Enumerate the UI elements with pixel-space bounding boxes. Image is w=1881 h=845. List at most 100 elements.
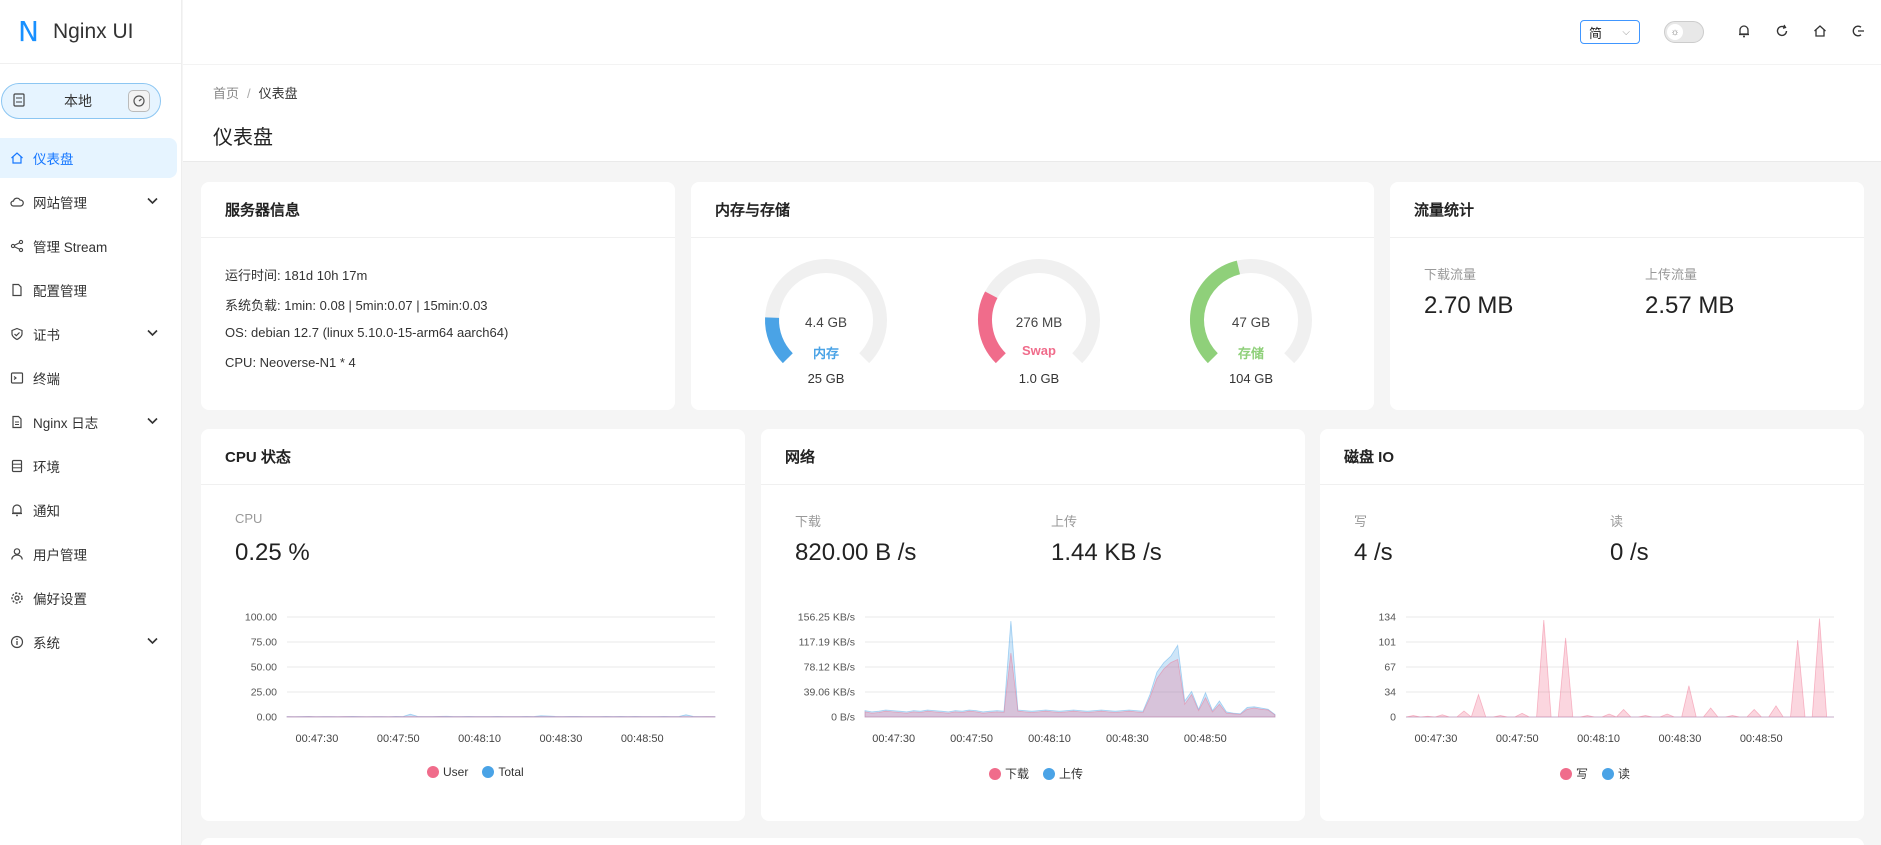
sidebar-item-label: 系统	[33, 636, 60, 651]
x-tick-label: 00:47:30	[872, 733, 915, 745]
y-tick-label: 75.00	[251, 637, 277, 649]
top-bar: 简 ⌵ ☼	[183, 0, 1881, 64]
usage-gauge: 47 GB 存储 104 GB	[1186, 256, 1316, 406]
disk-io-chart-legend: 写读	[1560, 765, 1630, 782]
upload-traffic-label: 上传流量	[1645, 267, 1698, 282]
write-value: 4 /s	[1354, 539, 1393, 566]
sidebar-item[interactable]: 系统	[0, 622, 182, 662]
next-card	[201, 838, 1864, 845]
gauge-name: 存储	[1237, 346, 1264, 361]
gauge-name: 内存	[812, 346, 839, 361]
bell-icon	[9, 503, 25, 517]
breadcrumb-home[interactable]: 首页	[213, 86, 239, 101]
cpu-value: 0.25 %	[235, 539, 310, 566]
app-logo[interactable]: N Nginx UI	[0, 0, 181, 64]
legend-item[interactable]: Total	[482, 765, 524, 779]
sidebar-item[interactable]: 仪表盘	[0, 138, 177, 178]
chevron-down-icon: ⌵	[1622, 26, 1630, 38]
sidebar-item[interactable]: 终端	[0, 358, 182, 398]
environment-label: 本地	[64, 93, 92, 109]
gauge-total-value: 25 GB	[807, 371, 845, 386]
theme-toggle[interactable]: ☼	[1664, 21, 1704, 43]
y-tick-label: 34	[1384, 687, 1396, 699]
y-tick-label: 100.00	[245, 612, 277, 624]
sidebar-item-label: 终端	[33, 372, 60, 387]
database-icon	[9, 459, 25, 473]
logout-icon[interactable]	[1848, 21, 1868, 41]
page-header: 首页 / 仪表盘 仪表盘	[183, 64, 1881, 162]
sidebar-item[interactable]: 环境	[0, 446, 182, 486]
legend-label: 下载	[1005, 767, 1030, 781]
sidebar-item-label: 偏好设置	[33, 592, 87, 607]
dashboard-gauge-icon[interactable]	[128, 90, 150, 112]
file-icon	[9, 283, 25, 297]
x-tick-label: 00:48:50	[621, 733, 664, 745]
usage-gauge: 276 MB Swap 1.0 GB	[974, 256, 1104, 406]
x-tick-label: 00:47:50	[950, 733, 993, 745]
x-tick-label: 00:48:10	[1577, 733, 1620, 745]
sidebar-item[interactable]: 管理 Stream	[0, 226, 182, 266]
network-card: 网络 下载 820.00 B /s 上传 1.44 KB /s 156.25 K…	[761, 429, 1305, 821]
memory-storage-card: 内存与存储 4.4 GB 内存 25 GB 276 MB Swap 1.0 GB 47 GB…	[691, 182, 1374, 410]
x-tick-label: 00:47:50	[377, 733, 420, 745]
legend-label: 读	[1618, 767, 1631, 781]
legend-item[interactable]: 写	[1560, 765, 1588, 782]
y-tick-label: 134	[1378, 612, 1396, 624]
x-tick-label: 00:48:10	[458, 733, 501, 745]
uptime-text: 运行时间: 181d 10h 17m	[225, 268, 368, 283]
series-area	[1405, 618, 1834, 718]
environment-selector[interactable]: 本地	[1, 83, 161, 119]
breadcrumb: 首页 / 仪表盘	[213, 83, 298, 102]
usage-gauge: 4.4 GB 内存 25 GB	[761, 256, 891, 406]
sidebar-item[interactable]: 通知	[0, 490, 182, 530]
y-tick-label: 78.12 KB/s	[804, 662, 855, 674]
x-tick-label: 00:48:30	[540, 733, 583, 745]
network-chart: 156.25 KB/s 117.19 KB/s 78.12 KB/s 39.06 KB…	[798, 612, 1276, 745]
legend-item[interactable]: User	[427, 765, 468, 779]
legend-dot-icon	[1602, 768, 1615, 780]
chevron-down-icon	[147, 328, 158, 340]
home-icon	[9, 151, 25, 165]
x-tick-label: 00:48:30	[1659, 733, 1702, 745]
cpu-model-text: CPU: Neoverse-N1 * 4	[225, 355, 356, 370]
cloud-icon	[9, 195, 25, 209]
reload-icon[interactable]	[1772, 21, 1792, 41]
sidebar-item[interactable]: 偏好设置	[0, 578, 182, 618]
disk-io-card: 磁盘 IO 写 4 /s 读 0 /s 134 101 67 34 0 00:47:30 0…	[1320, 429, 1864, 821]
write-label: 写	[1354, 514, 1368, 529]
y-tick-label: 101	[1378, 637, 1396, 649]
y-tick-label: 156.25 KB/s	[798, 612, 855, 624]
share-icon	[9, 239, 25, 253]
home-icon[interactable]	[1810, 21, 1830, 41]
download-traffic-value: 2.70 MB	[1424, 292, 1514, 319]
upload-traffic-value: 2.57 MB	[1645, 292, 1735, 319]
sidebar: N Nginx UI 本地 仪表盘网站管理管理 Stream 配置管理 证书终端 Ng…	[0, 0, 182, 845]
y-tick-label: 50.00	[251, 662, 277, 674]
x-tick-label: 00:48:30	[1106, 733, 1149, 745]
sidebar-item-label: 管理 Stream	[33, 240, 108, 255]
breadcrumb-separator: /	[247, 86, 251, 101]
user-icon	[9, 547, 25, 561]
app-title: Nginx UI	[52, 19, 134, 43]
sidebar-item[interactable]: 网站管理	[0, 182, 182, 222]
language-select[interactable]: 简 ⌵	[1580, 20, 1640, 44]
legend-item[interactable]: 读	[1602, 765, 1630, 782]
upload-rate-value: 1.44 KB /s	[1051, 539, 1162, 566]
card-title: CPU 状态	[201, 429, 745, 485]
sidebar-item-label: 通知	[33, 504, 60, 519]
sidebar-item[interactable]: Nginx 日志	[0, 402, 182, 442]
sidebar-item[interactable]: 用户管理	[0, 534, 182, 574]
bell-icon[interactable]	[1734, 21, 1754, 41]
card-title: 磁盘 IO	[1320, 429, 1864, 485]
nginx-logo-icon: N	[18, 15, 39, 48]
sidebar-item[interactable]: 配置管理	[0, 270, 182, 310]
gauge-used-value: 47 GB	[1231, 315, 1271, 330]
y-tick-label: 67	[1384, 662, 1396, 674]
sidebar-item[interactable]: 证书	[0, 314, 182, 354]
legend-item[interactable]: 下载	[989, 765, 1029, 782]
x-tick-label: 00:47:30	[296, 733, 339, 745]
sidebar-item-label: 仪表盘	[33, 152, 74, 167]
legend-item[interactable]: 上传	[1043, 765, 1083, 782]
series-area	[864, 620, 1276, 718]
y-tick-label: 0 B/s	[831, 712, 855, 724]
